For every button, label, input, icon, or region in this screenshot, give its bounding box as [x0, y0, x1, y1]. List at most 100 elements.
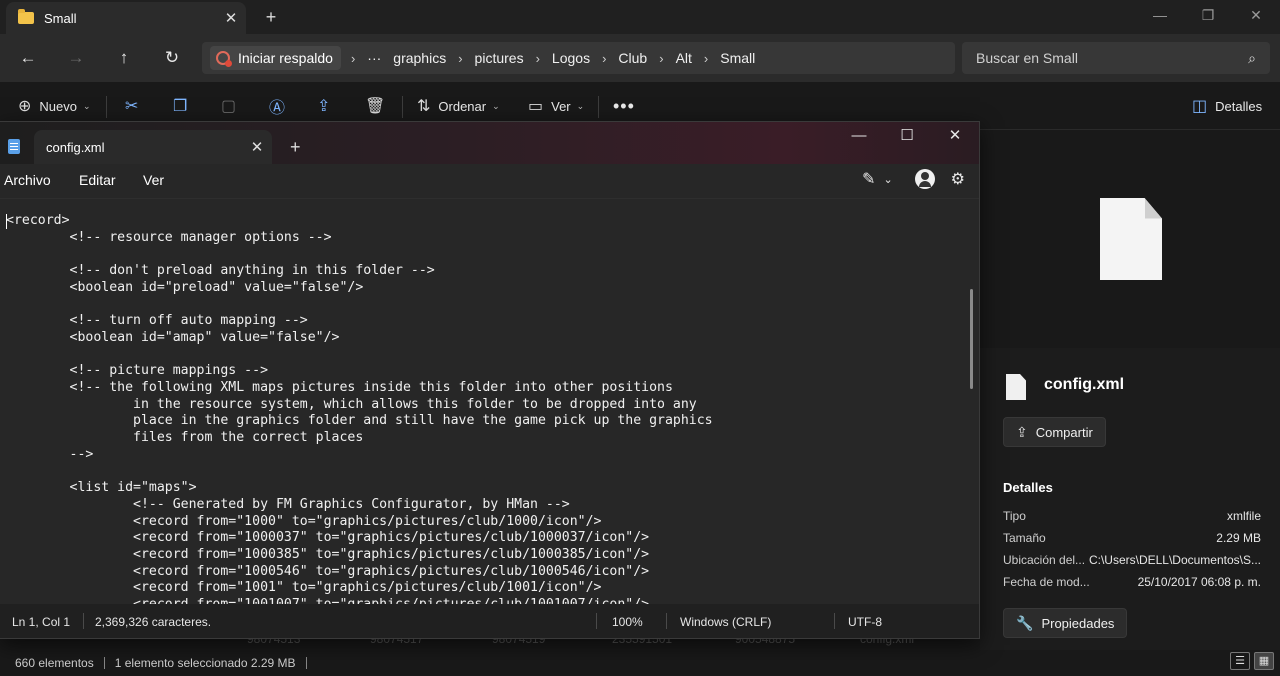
- detail-key: Fecha de mod...: [1003, 575, 1090, 589]
- forward-button[interactable]: →: [62, 44, 90, 72]
- breadcrumb-logos[interactable]: Logos: [552, 50, 590, 66]
- trash-icon: 🗑: [365, 98, 386, 115]
- details-pane-button[interactable]: ◫ Detalles: [1192, 94, 1262, 118]
- notepad-icon: [8, 139, 20, 154]
- chevron-right-icon[interactable]: ›: [536, 51, 540, 66]
- address-bar[interactable]: Iniciar respaldo › ··· graphics › pictur…: [202, 42, 955, 74]
- detail-row-type: Tipo xmlfile: [1003, 509, 1261, 523]
- breadcrumb-overflow[interactable]: ···: [367, 50, 381, 66]
- notepad-status-bar: Ln 1, Col 1 2,369,326 caracteres. 100% W…: [0, 604, 979, 638]
- rename-icon: Ⓐ: [269, 100, 286, 117]
- zoom-level[interactable]: 100%: [612, 615, 643, 629]
- search-box[interactable]: ⌕: [962, 42, 1270, 74]
- new-label: Nuevo: [39, 98, 77, 114]
- share-icon: ⇪: [1016, 423, 1028, 440]
- rename-button[interactable]: Ⓐ: [269, 94, 293, 118]
- tiles-view-icon[interactable]: ▦: [1254, 652, 1274, 670]
- share-button[interactable]: ⇪: [317, 94, 338, 118]
- close-window-button[interactable]: ✕: [931, 122, 979, 152]
- notepad-toolbar: ✎ ⌄ ⚙: [846, 169, 965, 189]
- minimize-button[interactable]: —: [835, 122, 883, 152]
- copilot-rewrite-icon[interactable]: ✎: [862, 169, 875, 189]
- delete-button[interactable]: 🗑: [365, 94, 393, 118]
- text-editor[interactable]: <record> <!-- resource manager options -…: [0, 198, 979, 604]
- explorer-tab-title: Small: [44, 10, 77, 26]
- detail-row-location: Ubicación del... C:\Users\DELL\Documento…: [1003, 553, 1261, 567]
- cut-button[interactable]: ✂: [125, 94, 146, 118]
- divider: [103, 657, 105, 669]
- document-icon: [1100, 198, 1162, 280]
- chevron-right-icon[interactable]: ›: [602, 51, 606, 66]
- chevron-right-icon[interactable]: ›: [659, 51, 663, 66]
- new-button[interactable]: ⊕ Nuevo ⌄: [18, 94, 91, 118]
- backup-button[interactable]: Iniciar respaldo: [210, 46, 341, 70]
- editor-content[interactable]: <record> <!-- resource manager options -…: [6, 213, 713, 604]
- encoding[interactable]: UTF-8: [848, 615, 882, 629]
- menu-ver[interactable]: Ver: [143, 172, 164, 188]
- maximize-button[interactable]: ☐: [883, 122, 931, 152]
- notepad-menubar: Archivo Editar Ver ✎ ⌄ ⚙: [0, 164, 979, 198]
- detail-key: Ubicación del...: [1003, 553, 1086, 567]
- breadcrumb-alt[interactable]: Alt: [676, 50, 692, 66]
- share-file-button[interactable]: ⇪ Compartir: [1003, 417, 1106, 447]
- chevron-right-icon[interactable]: ›: [458, 51, 462, 66]
- chevron-down-icon[interactable]: ⌄: [883, 173, 892, 186]
- search-icon[interactable]: ⌕: [1248, 50, 1256, 67]
- chevron-right-icon[interactable]: ›: [351, 51, 355, 66]
- up-button[interactable]: ↑: [110, 44, 138, 72]
- close-window-button[interactable]: ✕: [1232, 0, 1280, 32]
- close-tab-icon[interactable]: ✕: [242, 138, 272, 156]
- share-label: Compartir: [1035, 424, 1093, 440]
- chevron-down-icon: ⌄: [492, 100, 500, 111]
- details-view-icon[interactable]: ☰: [1230, 652, 1250, 670]
- breadcrumb-pictures[interactable]: pictures: [475, 50, 524, 66]
- folder-icon: [18, 9, 34, 24]
- copy-button[interactable]: ❐: [173, 94, 195, 118]
- notepad-tab[interactable]: config.xml ✕: [34, 130, 272, 164]
- back-button[interactable]: ←: [14, 44, 42, 72]
- detail-value: C:\Users\DELL\Documentos\S...: [1088, 553, 1261, 567]
- paste-button[interactable]: ▢: [221, 94, 244, 118]
- cursor-position: Ln 1, Col 1: [12, 615, 71, 629]
- breadcrumb-small[interactable]: Small: [720, 50, 755, 66]
- detail-value: 25/10/2017 06:08 p. m.: [1137, 575, 1261, 589]
- breadcrumb-club[interactable]: Club: [618, 50, 647, 66]
- properties-button[interactable]: 🔧 Propiedades: [1003, 608, 1128, 638]
- account-avatar[interactable]: [914, 169, 935, 189]
- breadcrumb-graphics[interactable]: graphics: [393, 50, 446, 66]
- divider: [402, 96, 403, 118]
- scissors-icon: ✂: [125, 98, 139, 115]
- line-ending[interactable]: Windows (CRLF): [680, 615, 771, 629]
- plus-circle-icon: ⊕: [18, 98, 32, 115]
- new-tab-button[interactable]: +: [290, 137, 301, 158]
- view-label: Ver: [551, 98, 571, 114]
- sort-label: Ordenar: [438, 98, 487, 114]
- explorer-tab[interactable]: Small ✕: [6, 2, 246, 34]
- maximize-button[interactable]: ❐: [1184, 0, 1232, 32]
- new-tab-button[interactable]: +: [260, 6, 282, 28]
- clipboard-icon: ▢: [221, 98, 237, 115]
- more-options-button[interactable]: •••: [613, 94, 635, 118]
- chevron-down-icon: ⌄: [576, 100, 585, 111]
- detail-value: 2.29 MB: [1216, 531, 1261, 545]
- explorer-status-bar: 660 elementos 1 elemento seleccionado 2.…: [0, 650, 1280, 676]
- notepad-window-controls: — ☐ ✕: [835, 122, 979, 152]
- close-tab-icon[interactable]: ✕: [216, 9, 246, 27]
- refresh-button[interactable]: ↻: [158, 44, 186, 72]
- menu-archivo[interactable]: Archivo: [4, 172, 51, 188]
- minimize-button[interactable]: —: [1136, 0, 1184, 32]
- divider: [305, 657, 307, 669]
- sort-button[interactable]: ⇅ Ordenar ⌄: [417, 94, 500, 118]
- divider: [596, 613, 597, 629]
- backup-icon: [216, 51, 232, 67]
- chevron-right-icon[interactable]: ›: [704, 51, 708, 66]
- detail-key: Tamaño: [1003, 531, 1046, 545]
- search-input[interactable]: [976, 50, 1226, 66]
- gear-icon[interactable]: ⚙: [951, 169, 965, 189]
- explorer-titlebar: Small ✕ + — ❐ ✕: [0, 0, 1280, 34]
- detail-row-modified: Fecha de mod... 25/10/2017 06:08 p. m.: [1003, 575, 1261, 589]
- scrollbar[interactable]: [970, 289, 973, 389]
- view-button[interactable]: ▭ Ver ⌄: [528, 94, 584, 118]
- menu-editar[interactable]: Editar: [79, 172, 116, 188]
- view-icon: ▭: [528, 98, 544, 115]
